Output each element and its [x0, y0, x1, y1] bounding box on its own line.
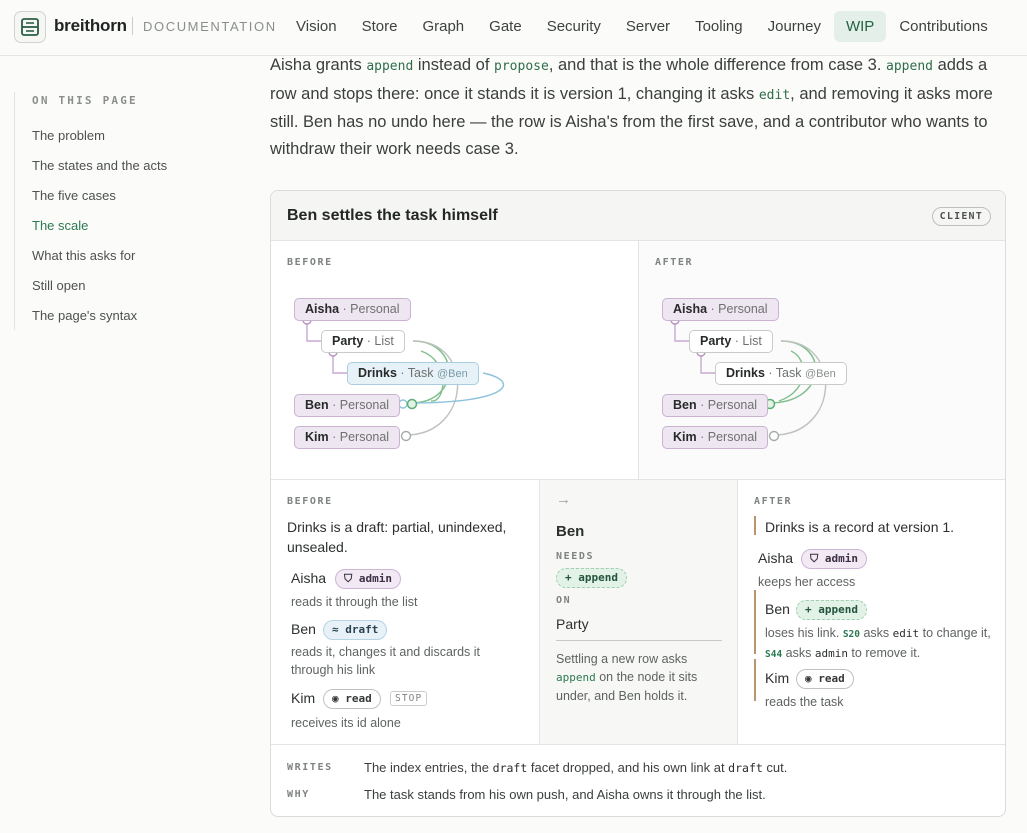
node-ben[interactable]: Ben · Personal [294, 394, 401, 417]
before-kim-name: Kim [291, 690, 316, 706]
nav-gate[interactable]: Gate [477, 11, 534, 42]
node-aisha-after[interactable]: Aisha · Personal [662, 298, 779, 321]
why-text: The task stands from his own push, and A… [364, 787, 766, 802]
graph-after: AFTER Aisha · Personal Party · List Drin… [639, 241, 1005, 479]
pill-admin-after: ⛉ admin [801, 549, 867, 569]
node-drinks-after[interactable]: Drinks · Task @Ben [715, 362, 847, 385]
stop-badge: STOP [390, 691, 428, 706]
outline-item-cases[interactable]: The five cases [32, 188, 116, 203]
after-column: AFTER Drinks is a record at version 1. A… [738, 479, 1005, 744]
shield-icon: ⛉ [344, 572, 353, 585]
card-title: Ben settles the task himself [287, 207, 498, 224]
logo-icon[interactable] [14, 11, 46, 43]
node-drinks[interactable]: Drinks · Task @Ben [347, 362, 479, 385]
arrow-right-icon: → [556, 491, 571, 508]
nav-server[interactable]: Server [614, 11, 682, 42]
pill-read: ◉ read [323, 689, 381, 709]
node-party-after[interactable]: Party · List [689, 330, 773, 353]
main-nav: Vision Store Graph Gate Security Server … [284, 11, 1001, 42]
act-divider [556, 640, 722, 641]
pill-append: + append [556, 568, 627, 588]
card-header: Ben settles the task himself CLIENT [271, 191, 1005, 241]
nav-store[interactable]: Store [350, 11, 410, 42]
node-party[interactable]: Party · List [321, 330, 405, 353]
outline-heading: ON THIS PAGE [32, 94, 138, 107]
act-actor: Ben [556, 523, 585, 540]
after-aisha-name: Aisha [758, 550, 794, 566]
brand-name[interactable]: breithorn [54, 16, 127, 36]
act-target: Party [556, 616, 589, 632]
code-append: append [366, 59, 414, 74]
nav-wip[interactable]: WIP [833, 11, 887, 42]
outline-item-problem[interactable]: The problem [32, 128, 105, 143]
code-edit: edit [758, 87, 791, 103]
card-footer: WRITES The index entries, the draft face… [271, 744, 1005, 816]
before-ben-note: reads it, changes it and discards it thr… [291, 645, 480, 677]
nav-contributions[interactable]: Contributions [887, 11, 999, 42]
pill-read-after: ◉ read [796, 669, 854, 689]
nav-journey[interactable]: Journey [756, 11, 833, 42]
on-label: ON [556, 595, 572, 606]
shield-icon: ⛉ [810, 552, 819, 565]
after-ben-bar [754, 590, 756, 654]
before-aisha-note: reads it through the list [291, 595, 418, 609]
nav-security[interactable]: Security [535, 11, 613, 42]
before-column: BEFORE Drinks is a draft: partial, unind… [271, 479, 539, 744]
nav-graph[interactable]: Graph [410, 11, 476, 42]
before-aisha-name: Aisha [291, 570, 327, 586]
outline-item-asks[interactable]: What this asks for [32, 248, 135, 263]
node-aisha[interactable]: Aisha · Personal [294, 298, 411, 321]
after-aisha-note: keeps her access [758, 575, 856, 589]
outline-item-syntax[interactable]: The page's syntax [32, 308, 137, 323]
act-note: Settling a new row asks append on the no… [556, 652, 698, 703]
outline-item-open[interactable]: Still open [32, 278, 85, 293]
top-bar: breithorn DOCUMENTATION Vision Store Gra… [0, 0, 1027, 56]
after-label: AFTER [754, 496, 793, 507]
node-kim[interactable]: Kim · Personal [294, 426, 401, 449]
page-outline: ON THIS PAGE The problem The states and … [14, 92, 214, 330]
code-propose: propose [494, 59, 549, 74]
act-column: → Ben NEEDS + append ON Party Settling a… [539, 479, 738, 744]
pill-append-after: + append [796, 600, 867, 620]
code-append: append [886, 59, 933, 74]
graph-before: BEFORE Aisha · Personal Party · List Dri… [271, 241, 639, 479]
before-state: Drinks is a draft: partial, unindexed, u… [287, 519, 507, 555]
outline-item-states[interactable]: The states and the acts [32, 158, 167, 173]
node-kim-after[interactable]: Kim · Personal [662, 426, 769, 449]
after-kim-name: Kim [765, 670, 790, 686]
before-kim-note: receives its id alone [291, 716, 401, 730]
after-ben-note: loses his link. S20 asks edit to change … [765, 626, 991, 660]
writes-label: WRITES [287, 762, 333, 773]
needs-label: NEEDS [556, 551, 595, 562]
eye-icon: ◉ [805, 672, 812, 685]
nav-tooling[interactable]: Tooling [683, 11, 755, 42]
before-label: BEFORE [287, 496, 333, 507]
pill-admin: ⛉ admin [335, 569, 401, 589]
after-state-bar [754, 516, 756, 535]
outline-item-scale[interactable]: The scale [32, 218, 88, 233]
client-badge: CLIENT [931, 207, 991, 226]
nav-vision[interactable]: Vision [284, 11, 349, 42]
pill-draft: ≈ draft [323, 620, 388, 640]
scenario-card: Ben settles the task himself CLIENT BEFO… [270, 190, 1006, 817]
eye-icon: ◉ [332, 692, 339, 705]
why-label: WHY [287, 789, 310, 800]
writes-text: The index entries, the draft facet dropp… [364, 760, 788, 775]
intro-paragraph: Aisha grants append instead of propose, … [270, 56, 993, 158]
after-kim-note: reads the task [765, 695, 844, 709]
approx-icon: ≈ [332, 623, 339, 636]
section-label: DOCUMENTATION [143, 19, 277, 34]
after-kim-bar [754, 659, 756, 701]
after-ben-name: Ben [765, 601, 790, 617]
after-state: Drinks is a record at version 1. [765, 519, 955, 535]
before-ben-name: Ben [291, 621, 316, 637]
brand-divider [132, 17, 133, 35]
node-ben-after[interactable]: Ben · Personal [662, 394, 769, 417]
